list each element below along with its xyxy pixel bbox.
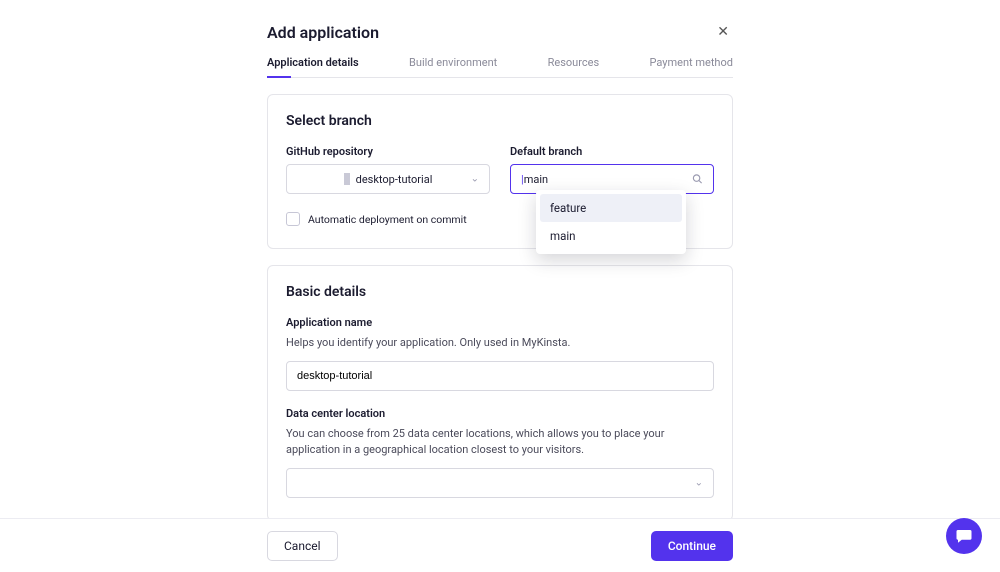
dc-select[interactable]: ⌄ xyxy=(286,468,714,498)
dc-help: You can choose from 25 data center locat… xyxy=(286,426,714,458)
app-name-label: Application name xyxy=(286,316,714,329)
chevron-down-icon: ⌄ xyxy=(695,477,703,488)
tab-build-environment[interactable]: Build environment xyxy=(409,56,497,77)
tab-payment-method[interactable]: Payment method xyxy=(649,56,732,77)
basic-details-title: Basic details xyxy=(286,284,714,300)
page-title: Add application xyxy=(267,23,379,42)
close-icon[interactable]: ✕ xyxy=(713,22,733,42)
app-name-input[interactable] xyxy=(297,370,703,382)
branch-option-feature[interactable]: feature xyxy=(540,194,682,222)
chat-widget-button[interactable] xyxy=(946,518,982,554)
github-repo-select[interactable]: desktop-tutorial ⌄ xyxy=(286,164,490,194)
repo-value: desktop-tutorial xyxy=(356,173,433,186)
app-name-help: Helps you identify your application. Onl… xyxy=(286,335,714,351)
cancel-button[interactable]: Cancel xyxy=(267,531,338,561)
wizard-tabs: Application details Build environment Re… xyxy=(267,56,733,78)
repo-icon xyxy=(344,173,350,185)
branch-option-main[interactable]: main xyxy=(540,222,682,250)
chevron-down-icon: ⌄ xyxy=(471,174,479,185)
branch-dropdown: feature main xyxy=(536,190,686,254)
auto-deploy-label: Automatic deployment on commit xyxy=(308,213,467,226)
continue-button[interactable]: Continue xyxy=(651,531,733,561)
tab-resources[interactable]: Resources xyxy=(548,56,600,77)
select-branch-title: Select branch xyxy=(286,113,714,129)
app-name-input-wrap xyxy=(286,361,714,391)
search-icon xyxy=(692,174,703,185)
basic-details-card: Basic details Application name Helps you… xyxy=(267,265,733,521)
auto-deploy-checkbox[interactable] xyxy=(286,212,300,226)
repo-label: GitHub repository xyxy=(286,145,490,158)
footer-bar: Cancel Continue xyxy=(0,518,1000,572)
dc-label: Data center location xyxy=(286,407,714,420)
tab-application-details[interactable]: Application details xyxy=(267,56,359,77)
chat-icon xyxy=(955,527,973,545)
branch-label: Default branch xyxy=(510,145,714,158)
branch-value: main xyxy=(524,173,548,186)
